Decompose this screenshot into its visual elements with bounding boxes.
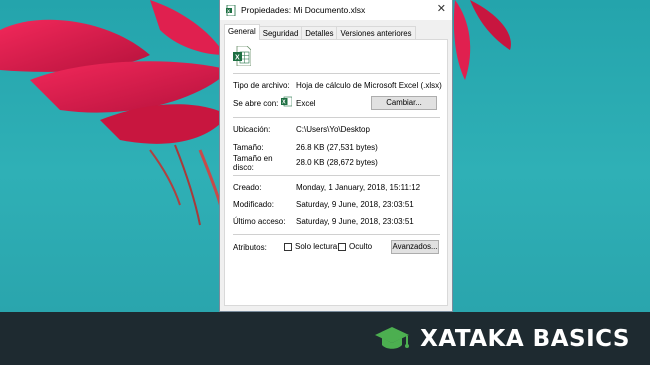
divider (233, 117, 440, 118)
modified-value: Saturday, 9 June, 2018, 23:03:51 (296, 200, 414, 209)
created-value: Monday, 1 January, 2018, 15:11:12 (296, 183, 421, 192)
brand-logo[interactable]: XATAKA BASICS (374, 325, 630, 353)
opens-with-value: Excel (296, 99, 316, 108)
accessed-value: Saturday, 9 June, 2018, 23:03:51 (296, 217, 414, 226)
hidden-label: Oculto (349, 242, 373, 251)
hidden-checkbox[interactable] (338, 242, 346, 251)
excel-document-icon: X (233, 46, 251, 66)
advanced-button[interactable]: Avanzados... (391, 240, 439, 254)
window-title: Propiedades: Mi Documento.xlsx (241, 5, 366, 15)
divider (233, 73, 440, 74)
excel-app-icon: X (281, 96, 292, 107)
accessed-label: Último acceso: (233, 217, 286, 226)
size-on-disk-label: Tamaño en (233, 154, 273, 163)
location-label: Ubicación: (233, 125, 271, 134)
modified-label: Modificado: (233, 200, 274, 209)
readonly-checkbox[interactable] (284, 242, 292, 251)
graduation-cap-icon (375, 327, 410, 349)
svg-text:X: X (227, 8, 230, 13)
close-icon[interactable]: ✕ (437, 4, 446, 15)
hidden-checkbox-group[interactable]: Oculto (338, 242, 372, 251)
readonly-checkbox-group[interactable]: Solo lectura (284, 242, 337, 251)
general-panel: X Tipo de archivo: Hoja de cálculo de Mi… (224, 39, 448, 306)
tab-bar: General Seguridad Detalles Versiones ant… (224, 24, 416, 40)
tab-seguridad[interactable]: Seguridad (258, 26, 303, 40)
divider (233, 175, 440, 176)
divider (233, 234, 440, 235)
brand-name: XATAKA BASICS (420, 326, 630, 352)
size-label: Tamaño: (233, 143, 264, 152)
readonly-label: Solo lectura (295, 242, 338, 251)
tab-general[interactable]: General (224, 24, 260, 40)
tab-detalles[interactable]: Detalles (301, 26, 338, 40)
location-value: C:\Users\Yo\Desktop (296, 125, 370, 134)
change-button[interactable]: Cambiar... (371, 96, 437, 110)
svg-text:X: X (282, 100, 286, 106)
size-on-disk-value: 28.0 KB (28,672 bytes) (296, 158, 378, 167)
attributes-label: Atributos: (233, 243, 267, 252)
file-type-value: Hoja de cálculo de Microsoft Excel (.xls… (296, 81, 442, 90)
tab-versiones-anteriores[interactable]: Versiones anteriores (336, 26, 416, 40)
properties-dialog: X Propiedades: Mi Documento.xlsx ✕ Gener… (219, 0, 453, 312)
size-value: 26.8 KB (27,531 bytes) (296, 143, 378, 152)
title-bar[interactable]: X Propiedades: Mi Documento.xlsx ✕ (220, 0, 452, 20)
svg-text:X: X (235, 55, 240, 62)
excel-file-icon: X (226, 4, 236, 16)
created-label: Creado: (233, 183, 262, 192)
opens-with-label: Se abre con: (233, 99, 279, 108)
file-type-label: Tipo de archivo: (233, 81, 290, 90)
size-on-disk-label-2: disco: (233, 163, 254, 172)
footer-bar: XATAKA BASICS (0, 312, 650, 365)
